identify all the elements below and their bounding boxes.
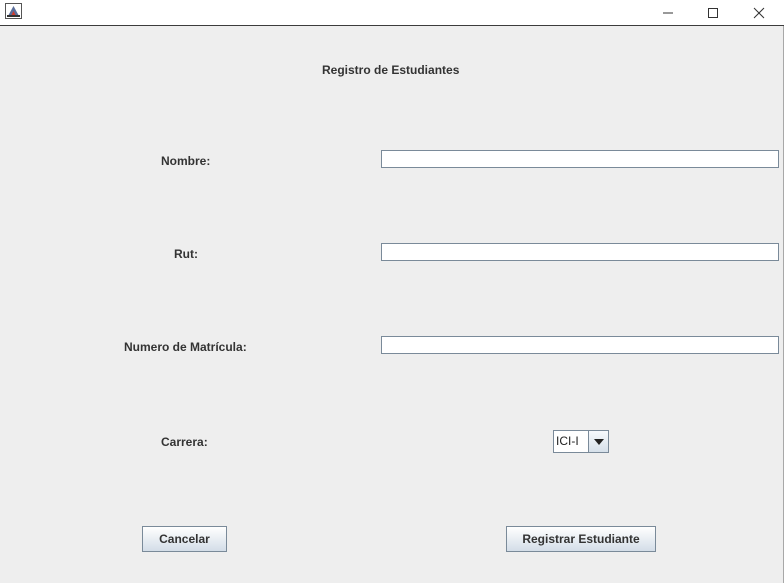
nombre-label: Nombre:: [161, 154, 211, 168]
rut-input[interactable]: [381, 243, 779, 261]
carrera-selected-value: ICI-I: [556, 434, 579, 448]
maximize-button[interactable]: [691, 0, 735, 25]
app-window: Registro de Estudiantes Nombre: Rut: Num…: [0, 0, 784, 583]
carrera-dropdown[interactable]: ICI-I: [553, 430, 609, 453]
maximize-icon: [708, 7, 718, 18]
nombre-input[interactable]: [381, 150, 779, 168]
carrera-label: Carrera:: [161, 435, 208, 449]
register-student-button[interactable]: Registrar Estudiante: [506, 526, 656, 552]
minimize-button[interactable]: [646, 0, 690, 25]
java-app-icon: [5, 3, 22, 19]
title-bar[interactable]: [0, 0, 784, 26]
matricula-label: Numero de Matrícula:: [124, 340, 247, 354]
close-icon: [753, 7, 765, 18]
minimize-icon: [663, 12, 673, 13]
cancel-button[interactable]: Cancelar: [142, 526, 227, 552]
rut-label: Rut:: [174, 247, 198, 261]
form-title: Registro de Estudiantes: [322, 63, 460, 77]
close-button[interactable]: [737, 0, 781, 25]
dropdown-arrow-button[interactable]: [588, 431, 608, 452]
dropdown-arrow-icon: [593, 438, 604, 445]
matricula-input[interactable]: [381, 336, 779, 354]
